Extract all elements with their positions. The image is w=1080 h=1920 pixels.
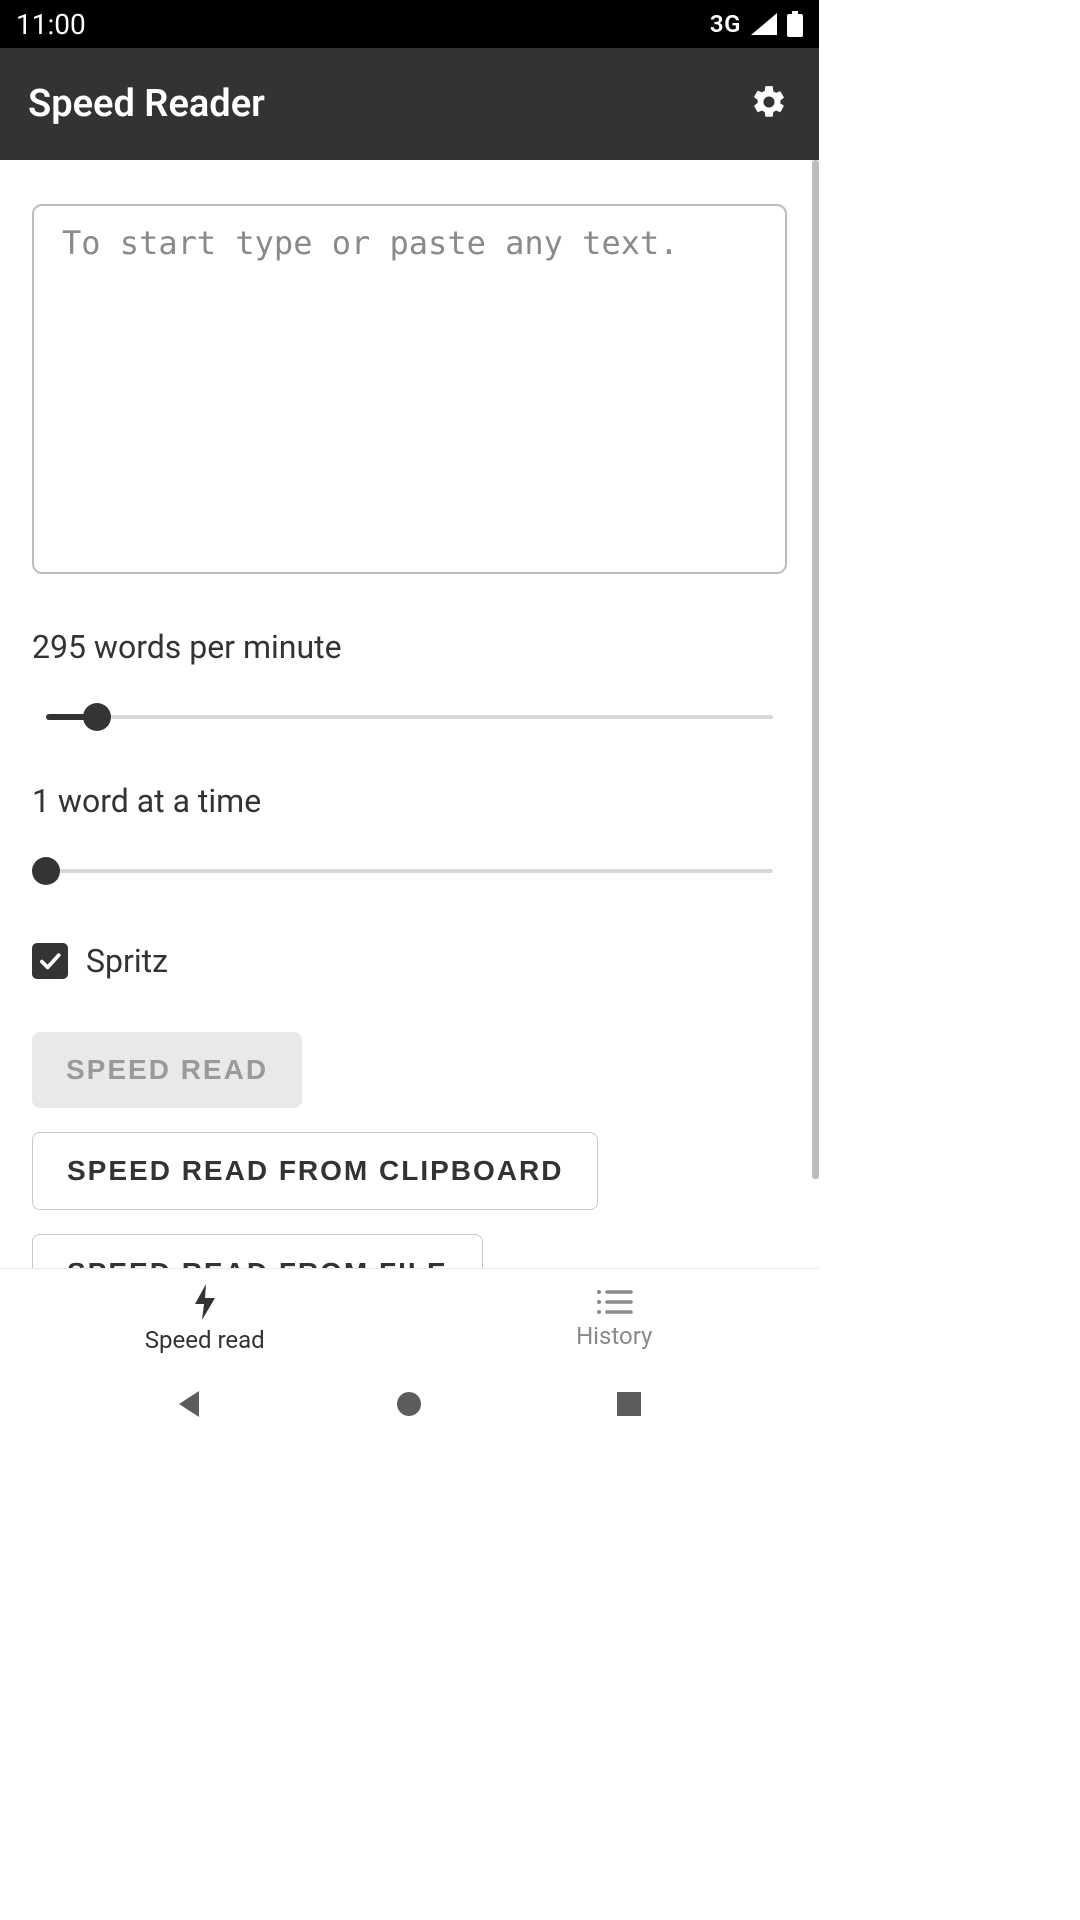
gear-icon <box>750 83 788 125</box>
speed-read-button: SPEED READ <box>32 1032 302 1108</box>
slider-thumb[interactable] <box>32 857 60 885</box>
app-bar: Speed Reader <box>0 48 819 160</box>
recent-button[interactable] <box>609 1386 649 1426</box>
words-slider[interactable] <box>46 856 773 886</box>
slider-thumb[interactable] <box>83 703 111 731</box>
nav-history-label: History <box>576 1322 652 1350</box>
status-time: 11:00 <box>16 8 86 41</box>
network-label: 3G <box>710 10 741 38</box>
wpm-slider-block: 295 words per minute <box>32 628 787 732</box>
words-slider-block: 1 word at a time <box>32 782 787 886</box>
check-icon <box>36 947 64 975</box>
wpm-label: 295 words per minute <box>32 628 787 666</box>
scrollbar-track[interactable] <box>812 160 819 1268</box>
status-right: 3G <box>710 10 803 38</box>
spritz-checkbox[interactable] <box>32 943 68 979</box>
speed-read-clipboard-button[interactable]: SPEED READ FROM CLIPBOARD <box>32 1132 598 1210</box>
scrollbar-thumb[interactable] <box>812 160 819 1179</box>
bolt-icon <box>192 1284 218 1320</box>
slider-track <box>46 715 773 719</box>
speed-read-file-button[interactable]: SPEED READ FROM FILE <box>32 1234 483 1268</box>
back-icon <box>175 1389 205 1423</box>
list-icon <box>595 1288 633 1316</box>
bottom-nav: Speed read History <box>0 1268 819 1368</box>
text-input[interactable] <box>32 204 787 574</box>
nav-speed-read[interactable]: Speed read <box>0 1269 410 1368</box>
button-column: SPEED READ SPEED READ FROM CLIPBOARD SPE… <box>32 1032 787 1268</box>
nav-speed-read-label: Speed read <box>145 1326 265 1354</box>
signal-icon <box>751 13 777 35</box>
status-bar: 11:00 3G <box>0 0 819 48</box>
nav-history[interactable]: History <box>410 1269 820 1368</box>
home-icon <box>395 1390 423 1422</box>
slider-track <box>46 869 773 873</box>
system-nav <box>0 1368 819 1443</box>
spritz-checkbox-row[interactable]: Spritz <box>32 942 787 980</box>
wpm-slider[interactable] <box>46 702 773 732</box>
main-content: 295 words per minute 1 word at a time Sp… <box>0 160 819 1268</box>
words-label: 1 word at a time <box>32 782 787 820</box>
back-button[interactable] <box>170 1386 210 1426</box>
home-button[interactable] <box>389 1386 429 1426</box>
recent-icon <box>616 1391 642 1421</box>
app-title: Speed Reader <box>28 82 265 126</box>
spritz-label: Spritz <box>86 942 168 980</box>
settings-button[interactable] <box>747 82 791 126</box>
battery-icon <box>787 11 803 37</box>
